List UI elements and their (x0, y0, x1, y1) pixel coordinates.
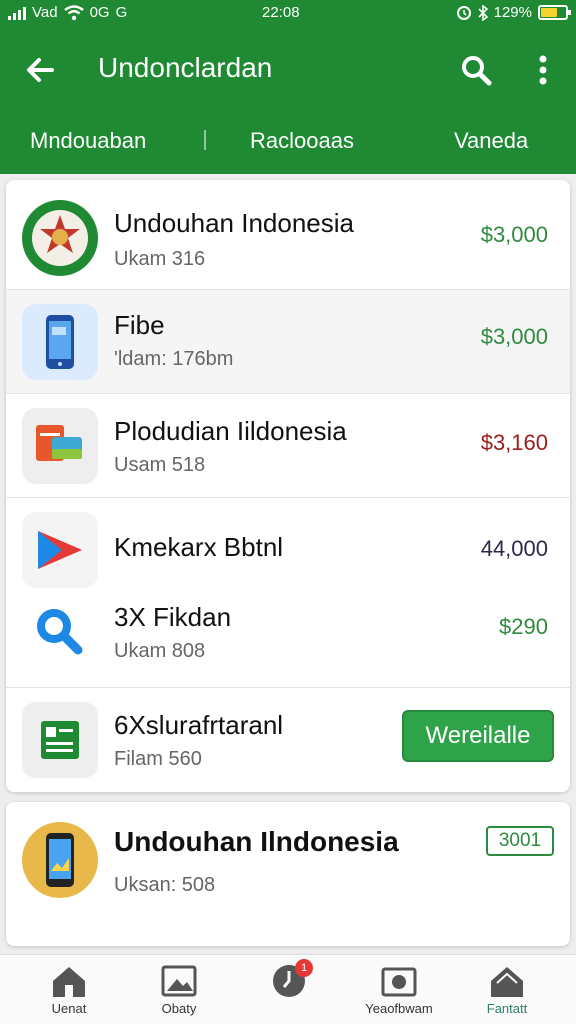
clock-icon: 1 (269, 959, 313, 999)
list-item-price: $3,000 (480, 324, 548, 349)
status-left: Vad 0G G (8, 4, 127, 21)
page-title: Undonclardan (98, 52, 273, 83)
more-vert-icon (539, 55, 547, 85)
network-label: 0G (89, 4, 110, 21)
list-item-price: $3,000 (480, 222, 548, 247)
list-item-price: $290 (499, 614, 548, 639)
list-item-title: 6Xslurafrtaranl (114, 710, 284, 740)
tab-vaneda[interactable]: Vaneda (454, 128, 528, 154)
nav-item-yeaofbwam[interactable]: Yeaofbwam (344, 963, 454, 1021)
battery-label: 129% (493, 4, 532, 21)
smartphone-icon (22, 822, 98, 898)
app-list-card: Undouhan Indonesia Ukam 316 $3,000 Fibe … (6, 180, 570, 792)
list-item-title: Fibe (114, 310, 165, 340)
wifi-icon (63, 4, 84, 20)
nav-label: Yeaofbwam (365, 1001, 433, 1016)
nav-label: Fantatt (486, 1001, 528, 1016)
tab-raclooaas[interactable]: Raclooaas (250, 128, 354, 154)
app-bar: Undonclardan (0, 28, 576, 112)
battery-level (541, 8, 557, 17)
list-item-subtitle: Ukam 316 (114, 248, 206, 270)
list-item-subtitle: 'ldam: 176bm (114, 348, 234, 370)
home-active-icon (491, 967, 523, 997)
arrow-back-icon (27, 58, 54, 82)
nav-item-clock[interactable]: 1 (234, 959, 344, 1021)
featured-card[interactable]: Undouhan Ilndonesia Uksan: 508 3001 (6, 802, 570, 946)
network-extra-label: G (115, 4, 128, 21)
list-item-price: 44,000 (480, 536, 548, 561)
signal-icon (8, 6, 26, 20)
list-item-price: $3,160 (480, 430, 548, 455)
magnifier-icon (22, 594, 98, 670)
phone-app-icon (22, 304, 98, 380)
nav-item-fantatt[interactable]: Fantatt (452, 963, 562, 1021)
document-icon (22, 702, 98, 778)
more-options-button[interactable] (528, 50, 558, 90)
play-store-icon (22, 512, 98, 588)
nav-item-uenat[interactable]: Uenat (14, 963, 124, 1021)
list-item-subtitle: Usam 518 (114, 454, 206, 476)
nav-item-obaty[interactable]: Obaty (124, 963, 234, 1021)
home-icon (53, 967, 85, 997)
status-right: 129% (456, 4, 571, 21)
list-item-title: Kmekarx Bbtnl (114, 532, 284, 562)
status-time: 22:08 (262, 4, 300, 21)
featured-title: Undouhan Ilndonesia (114, 826, 399, 857)
list-item-subtitle: Filam 560 (114, 748, 202, 770)
list-item-title: 3X Fikdan (114, 602, 232, 632)
carrier-label: Vad (32, 4, 58, 21)
cards-icon (22, 408, 98, 484)
camera-icon (381, 967, 417, 997)
battery-icon (538, 5, 571, 20)
tab-divider (204, 130, 206, 150)
install-button[interactable]: Wereilalle (402, 710, 554, 762)
status-bar: Vad 0G G 22:08 129% (0, 0, 576, 28)
back-button[interactable] (20, 50, 60, 90)
featured-price: 3001 (486, 826, 554, 856)
notification-badge: 1 (295, 959, 313, 977)
list-item[interactable]: Undouhan Indonesia Ukam 316 $3,000 (6, 186, 570, 290)
list-item[interactable]: Fibe 'ldam: 176bm $3,000 (6, 290, 570, 394)
tab-bar: Mndouaban Raclooaas Vaneda (0, 112, 576, 174)
image-icon (161, 965, 197, 997)
list-item-title: Plodudian Iildonesia (114, 416, 347, 446)
tab-mndouaban[interactable]: Mndouaban (30, 128, 146, 154)
search-button[interactable] (456, 50, 496, 90)
list-item[interactable]: 3X Fikdan Ukam 808 $290 (6, 584, 570, 688)
emblem-icon (22, 200, 98, 276)
nav-label: Obaty (161, 1001, 197, 1016)
list-item[interactable]: Plodudian Iildonesia Usam 518 $3,160 (6, 394, 570, 498)
bluetooth-icon (478, 4, 488, 21)
nav-label: Uenat (51, 1001, 87, 1016)
list-item-subtitle: Ukam 808 (114, 640, 206, 662)
search-icon (462, 56, 492, 86)
bottom-nav: Uenat Obaty 1 Yeaofbwam Fantatt (0, 954, 576, 1024)
featured-subtitle: Uksan: 508 (114, 874, 216, 896)
list-item-title: Undouhan Indonesia (114, 208, 354, 238)
alarm-icon (456, 5, 471, 20)
